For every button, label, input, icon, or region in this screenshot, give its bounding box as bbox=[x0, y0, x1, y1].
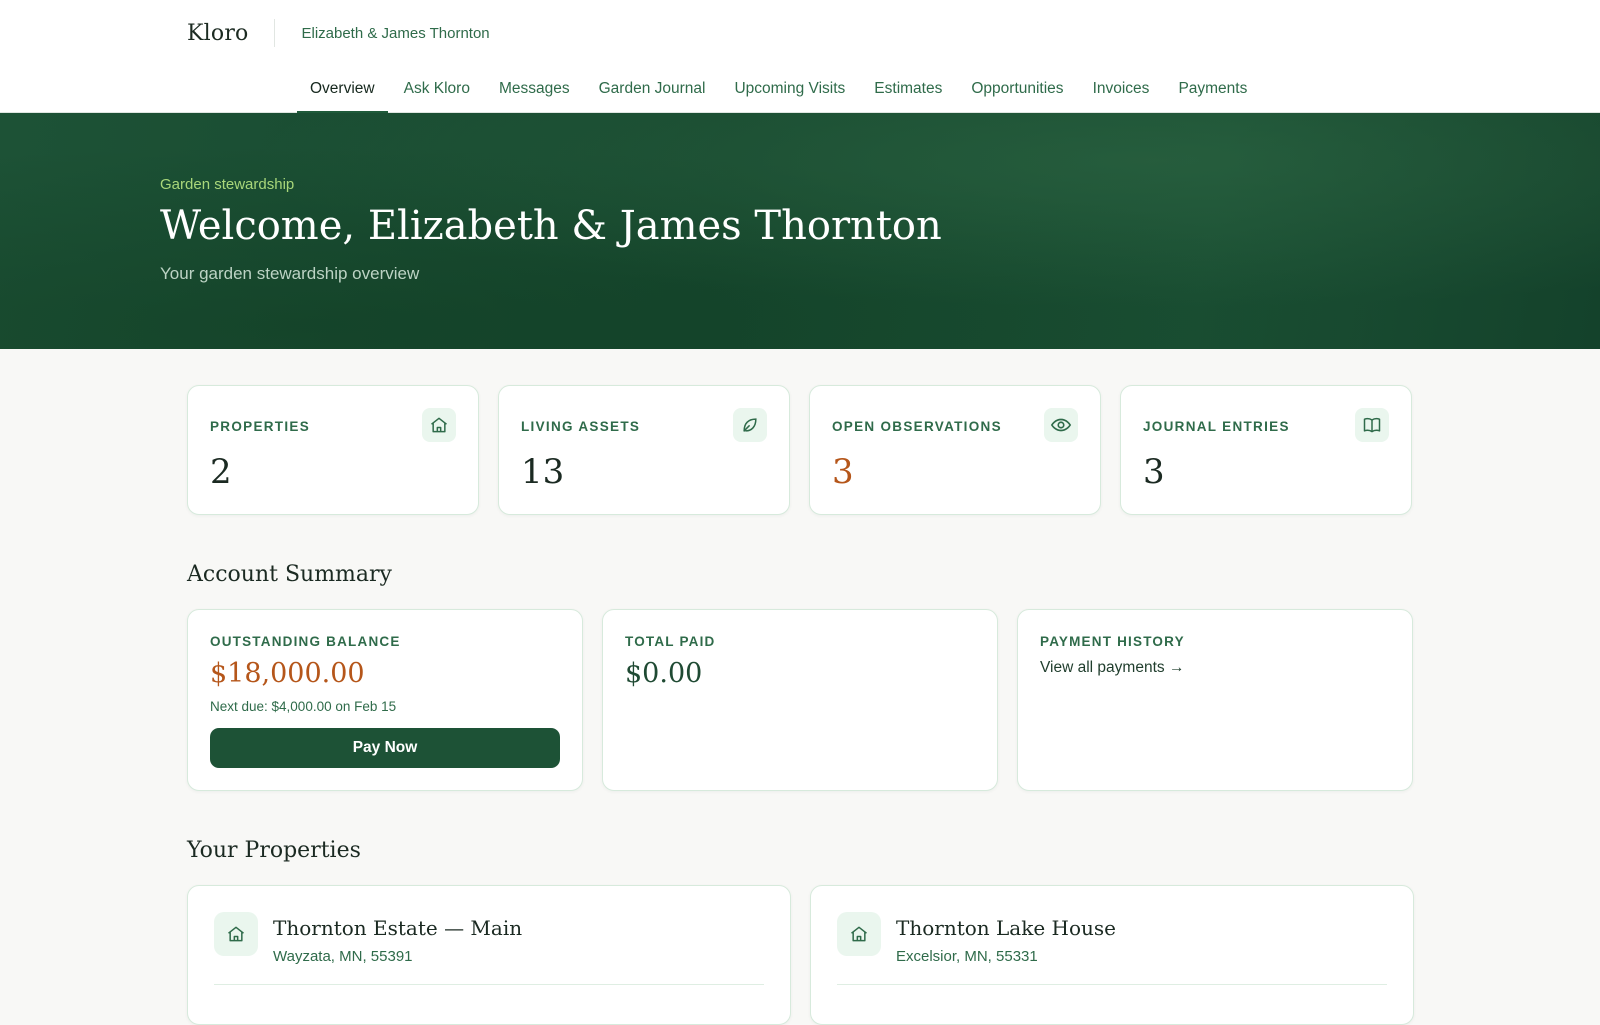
stat-value: 3 bbox=[1143, 452, 1165, 492]
next-due-text: Next due: $4,000.00 on Feb 15 bbox=[210, 699, 397, 714]
home-icon bbox=[422, 408, 456, 442]
client-name: Elizabeth & James Thornton bbox=[301, 24, 490, 42]
property-card[interactable]: Thornton Lake House Excelsior, MN, 55331 bbox=[810, 885, 1414, 1025]
property-card[interactable]: Thornton Estate — Main Wayzata, MN, 5539… bbox=[187, 885, 791, 1025]
total-paid-label: TOTAL PAID bbox=[625, 634, 716, 649]
home-icon bbox=[214, 912, 258, 956]
property-address: Excelsior, MN, 55331 bbox=[896, 948, 1038, 965]
stat-value: 3 bbox=[832, 452, 854, 492]
tab-invoices[interactable]: Invoices bbox=[1080, 72, 1163, 113]
pay-now-button[interactable]: Pay Now bbox=[210, 728, 560, 768]
account-summary: OUTSTANDING BALANCE $18,000.00 Next due:… bbox=[187, 609, 1413, 791]
stat-card-journal-entries[interactable]: JOURNAL ENTRIES 3 bbox=[1120, 385, 1412, 515]
stat-value: 2 bbox=[210, 452, 232, 492]
book-icon bbox=[1355, 408, 1389, 442]
stat-value: 13 bbox=[521, 452, 565, 492]
tab-estimates[interactable]: Estimates bbox=[861, 72, 955, 113]
stat-label: JOURNAL ENTRIES bbox=[1143, 419, 1290, 434]
stat-label: LIVING ASSETS bbox=[521, 419, 641, 434]
tab-payments[interactable]: Payments bbox=[1165, 72, 1260, 113]
account-summary-title: Account Summary bbox=[187, 562, 392, 587]
home-icon bbox=[837, 912, 881, 956]
stat-card-open-observations[interactable]: OPEN OBSERVATIONS 3 bbox=[809, 385, 1101, 515]
tab-ask-kloro[interactable]: Ask Kloro bbox=[391, 72, 483, 113]
view-all-payments-link[interactable]: View all payments → bbox=[1040, 659, 1184, 677]
stat-card-properties[interactable]: PROPERTIES 2 bbox=[187, 385, 479, 515]
payment-history-card: PAYMENT HISTORY View all payments → bbox=[1017, 609, 1413, 791]
total-paid-card: TOTAL PAID $0.00 bbox=[602, 609, 998, 791]
eye-icon bbox=[1044, 408, 1078, 442]
tab-garden-journal[interactable]: Garden Journal bbox=[586, 72, 719, 113]
your-properties-title: Your Properties bbox=[187, 838, 361, 863]
tab-opportunities[interactable]: Opportunities bbox=[958, 72, 1076, 113]
top-header: Kloro Elizabeth & James Thornton Overvie… bbox=[0, 0, 1600, 114]
outstanding-balance-amount: $18,000.00 bbox=[210, 658, 365, 689]
stat-card-living-assets[interactable]: LIVING ASSETS 13 bbox=[498, 385, 790, 515]
properties-list: Thornton Estate — Main Wayzata, MN, 5539… bbox=[187, 885, 1414, 1025]
stat-label: PROPERTIES bbox=[210, 419, 311, 434]
outstanding-balance-card: OUTSTANDING BALANCE $18,000.00 Next due:… bbox=[187, 609, 583, 791]
tab-messages[interactable]: Messages bbox=[486, 72, 583, 113]
main-nav: Overview Ask Kloro Messages Garden Journ… bbox=[297, 72, 1263, 114]
brand-row: Kloro Elizabeth & James Thornton bbox=[187, 18, 490, 48]
leaf-icon bbox=[733, 408, 767, 442]
page-title: Welcome, Elizabeth & James Thornton bbox=[160, 203, 942, 249]
property-name: Thornton Estate — Main bbox=[273, 916, 523, 940]
stats-row: PROPERTIES 2 LIVING ASSETS 13 OPEN OBSER… bbox=[187, 385, 1412, 515]
property-address: Wayzata, MN, 55391 bbox=[273, 948, 413, 965]
total-paid-amount: $0.00 bbox=[625, 658, 703, 689]
property-divider bbox=[214, 984, 764, 985]
hero-kicker: Garden stewardship bbox=[160, 176, 295, 193]
hero-banner: Garden stewardship Welcome, Elizabeth & … bbox=[0, 113, 1600, 349]
payment-history-label: PAYMENT HISTORY bbox=[1040, 634, 1185, 649]
stat-label: OPEN OBSERVATIONS bbox=[832, 419, 1002, 434]
tab-upcoming-visits[interactable]: Upcoming Visits bbox=[721, 72, 858, 113]
hero-subtitle: Your garden stewardship overview bbox=[160, 264, 420, 283]
outstanding-balance-label: OUTSTANDING BALANCE bbox=[210, 634, 401, 649]
property-divider bbox=[837, 984, 1387, 985]
property-name: Thornton Lake House bbox=[896, 916, 1116, 940]
app-logo[interactable]: Kloro bbox=[187, 21, 248, 46]
brand-divider bbox=[274, 19, 276, 47]
tab-overview[interactable]: Overview bbox=[297, 72, 388, 114]
